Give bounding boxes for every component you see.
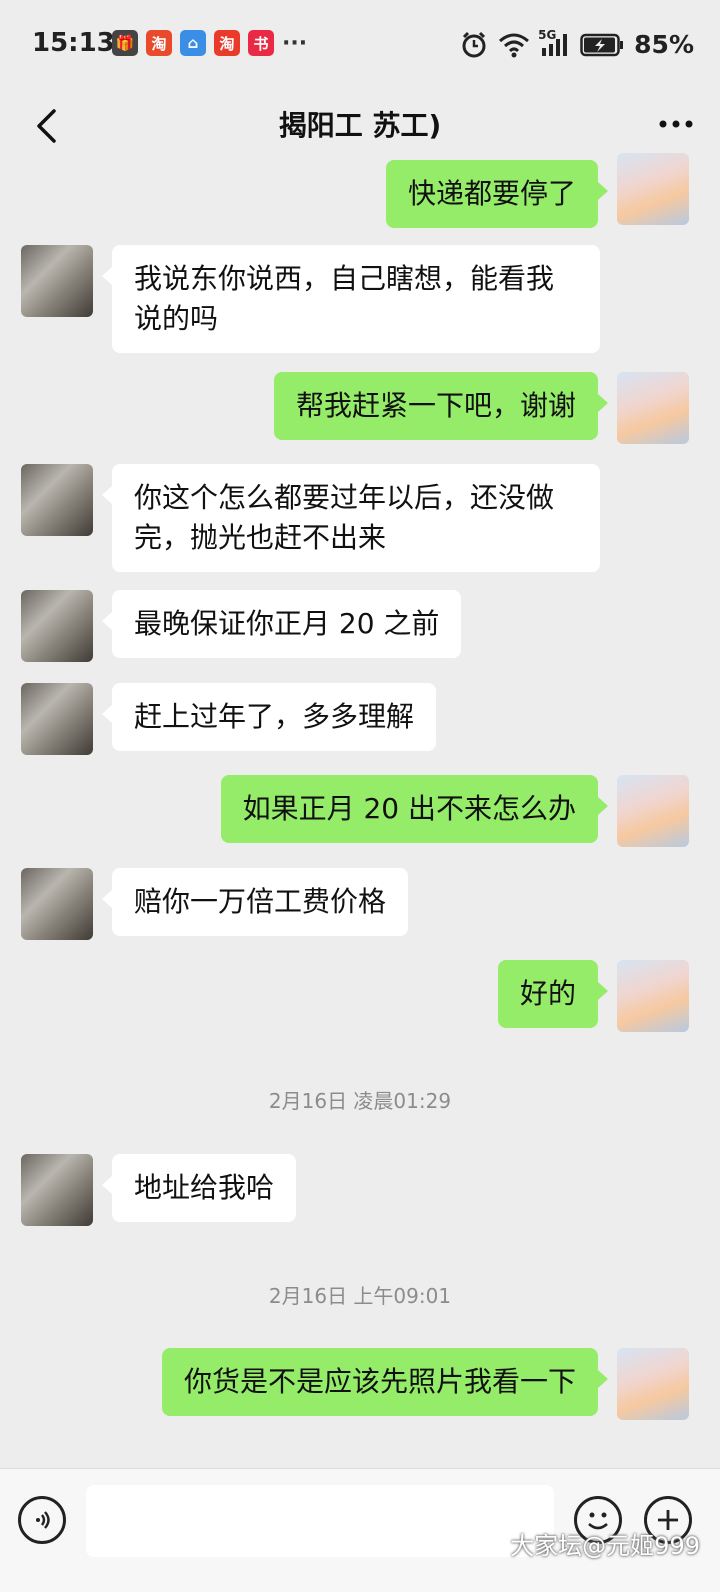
my-avatar[interactable] bbox=[617, 960, 689, 1032]
my-avatar[interactable] bbox=[617, 372, 689, 444]
message-bubble-received[interactable]: 最晚保证你正月 20 之前 bbox=[101, 590, 462, 658]
message-bubble-received[interactable]: 地址给我哈 bbox=[101, 1154, 297, 1222]
message-bubble-sent[interactable]: 帮我赶紧一下吧，谢谢 bbox=[273, 372, 609, 440]
my-avatar[interactable] bbox=[617, 775, 689, 847]
contact-avatar[interactable] bbox=[21, 590, 93, 662]
status-time: 15:13 bbox=[32, 28, 115, 58]
message-timestamp: 2月16日 凌晨01:29 bbox=[268, 1089, 452, 1113]
contact-avatar[interactable] bbox=[21, 868, 93, 940]
message-bubble-received[interactable]: 赔你一万倍工费价格 bbox=[101, 868, 409, 936]
battery-charging-icon bbox=[580, 33, 624, 56]
more-notifications-indicator: ··· bbox=[282, 30, 308, 56]
battery-percent: 85% bbox=[634, 30, 694, 59]
message-text-input[interactable] bbox=[86, 1485, 554, 1557]
my-avatar[interactable] bbox=[617, 1348, 689, 1420]
taobao-icon: 淘 bbox=[214, 30, 240, 56]
message-bubble-sent[interactable]: 你货是不是应该先照片我看一下 bbox=[161, 1348, 609, 1416]
status-bar: 15:13 🎁 淘 ⌂ 淘 书 ··· 5G 85% bbox=[0, 0, 720, 90]
status-right: 5G 85% bbox=[460, 28, 694, 59]
status-app-icons: 🎁 淘 ⌂ 淘 书 ··· bbox=[112, 30, 307, 56]
message-timestamp: 2月16日 上午09:01 bbox=[268, 1284, 452, 1308]
contact-avatar[interactable] bbox=[21, 1154, 93, 1226]
taobao-discount-icon: 淘 bbox=[146, 30, 172, 56]
message-bubble-sent[interactable]: 如果正月 20 出不来怎么办 bbox=[220, 775, 609, 843]
my-avatar[interactable] bbox=[617, 153, 689, 225]
store-bag-icon: ⌂ bbox=[180, 30, 206, 56]
watermark-text: 大家坛@元姬999 bbox=[510, 1532, 700, 1560]
chat-header: 揭阳工 苏工) bbox=[0, 90, 720, 162]
gift-icon: 🎁 bbox=[112, 30, 138, 56]
more-dots-icon bbox=[659, 120, 693, 128]
contact-avatar[interactable] bbox=[21, 683, 93, 755]
more-options-button[interactable] bbox=[648, 100, 704, 148]
contact-avatar[interactable] bbox=[21, 464, 93, 536]
voice-wave-icon bbox=[36, 1511, 50, 1529]
message-bubble-received[interactable]: 我说东你说西，自己瞎想，能看我说的吗 bbox=[102, 245, 600, 353]
message-bubble-received[interactable]: 赶上过年了，多多理解 bbox=[101, 683, 437, 751]
message-bubble-sent[interactable]: 快递都要停了 bbox=[385, 160, 609, 228]
alarm-icon bbox=[462, 31, 486, 57]
chat-title: 揭阳工 苏工) bbox=[278, 109, 442, 142]
contact-avatar[interactable] bbox=[21, 245, 93, 317]
wifi-icon bbox=[499, 33, 530, 57]
message-bubble-sent[interactable]: 好的 bbox=[497, 960, 609, 1028]
cellular-signal-icon: 5G bbox=[538, 28, 570, 58]
message-bubble-received[interactable]: 你这个怎么都要过年以后，还没做完，抛光也赶不出来 bbox=[102, 464, 600, 572]
xiaohongshu-icon: 书 bbox=[248, 30, 274, 56]
voice-input-button[interactable] bbox=[18, 1496, 66, 1544]
